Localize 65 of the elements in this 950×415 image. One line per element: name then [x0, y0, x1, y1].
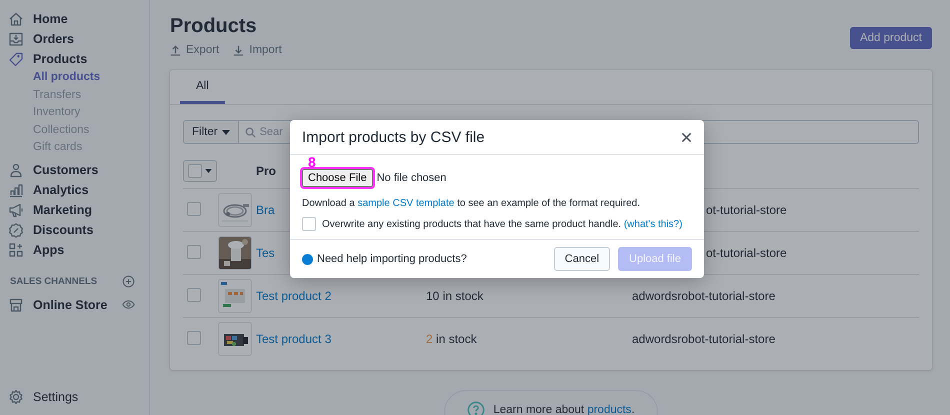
add-product-button[interactable]: Add product	[850, 27, 932, 49]
nav-item[interactable]: Analytics	[0, 180, 149, 200]
nav-item[interactable]: Products	[0, 49, 149, 69]
settings-icon	[8, 389, 24, 405]
store-name: adwordsrobot-tutorial-store	[632, 332, 776, 346]
action-link[interactable]: Export	[170, 44, 220, 56]
nav-item[interactable]: Online Store	[33, 298, 108, 312]
nav-item[interactable]: Settings	[0, 387, 149, 407]
inventory-text: 10 in stock	[426, 289, 484, 303]
choose-file-button[interactable]: Choose File	[302, 169, 373, 187]
dialog-title: Import products by CSV file	[302, 128, 485, 146]
megaphone-icon	[8, 202, 24, 218]
tag-icon	[8, 51, 24, 67]
caret-icon	[222, 130, 230, 134]
row-checkbox[interactable]	[187, 288, 201, 302]
help-text[interactable]: Need help importing products?	[317, 253, 467, 265]
nav-item[interactable]: Home	[0, 9, 149, 29]
discount-icon	[8, 222, 24, 238]
row-checkbox[interactable]	[187, 330, 201, 344]
store-icon	[8, 296, 24, 312]
apps-icon	[8, 242, 24, 258]
caret-icon	[205, 169, 212, 173]
product-link[interactable]: Bra	[256, 203, 275, 217]
close-icon	[681, 132, 692, 142]
tab[interactable]: All	[180, 70, 225, 104]
row-checkbox[interactable]	[187, 202, 201, 216]
store-name: ot-tutorial-store	[706, 246, 787, 260]
file-status: No file chosen	[376, 172, 446, 184]
overwrite-checkbox[interactable]	[302, 217, 316, 231]
section-heading: SALES CHANNELS	[10, 276, 98, 287]
product-link[interactable]: Test product 2	[256, 289, 332, 303]
nav-subitem[interactable]: All products	[0, 69, 149, 86]
column-header: Pro	[256, 164, 276, 178]
inbox-icon	[8, 31, 24, 47]
page-title: Products	[170, 14, 258, 38]
download-icon	[233, 44, 244, 56]
store-name: adwordsrobot-tutorial-store	[632, 289, 776, 303]
search-icon	[244, 127, 256, 138]
checkbox-label: Overwrite any existing products that have the same product handle. (what's this?)	[322, 218, 682, 230]
store-name: ot-tutorial-store	[706, 203, 787, 217]
nav-item[interactable]: Apps	[0, 240, 149, 260]
step-number: 8	[307, 155, 317, 169]
nav-item[interactable]: Discounts	[0, 220, 149, 240]
person-icon	[8, 162, 24, 178]
filter-button[interactable]: Filter	[183, 120, 239, 144]
action-link[interactable]: Import	[233, 44, 282, 56]
product-link[interactable]: Tes	[256, 246, 275, 260]
dialog-button[interactable]: Cancel	[554, 247, 610, 271]
bar-chart-icon	[8, 182, 24, 198]
help-icon	[467, 401, 486, 415]
home-icon	[8, 11, 24, 27]
nav-item[interactable]: Orders	[0, 29, 149, 49]
upload-icon	[170, 44, 181, 56]
add-icon[interactable]	[122, 275, 135, 288]
select-all-checkbox[interactable]	[183, 160, 217, 182]
inventory-text: 2 in stock	[426, 332, 477, 346]
help-link[interactable]: (what's this?)	[624, 218, 682, 230]
eye-icon[interactable]	[122, 298, 135, 311]
product-link[interactable]: Test product 3	[256, 332, 332, 346]
row-checkbox[interactable]	[187, 244, 201, 258]
nav-item[interactable]: Marketing	[0, 200, 149, 220]
nav-item[interactable]: Customers	[0, 160, 149, 180]
template-link[interactable]: sample CSV template	[358, 198, 454, 209]
info-dot-icon	[302, 254, 313, 264]
description-text: Download a sample CSV template to see an example of the format required.	[302, 197, 641, 211]
